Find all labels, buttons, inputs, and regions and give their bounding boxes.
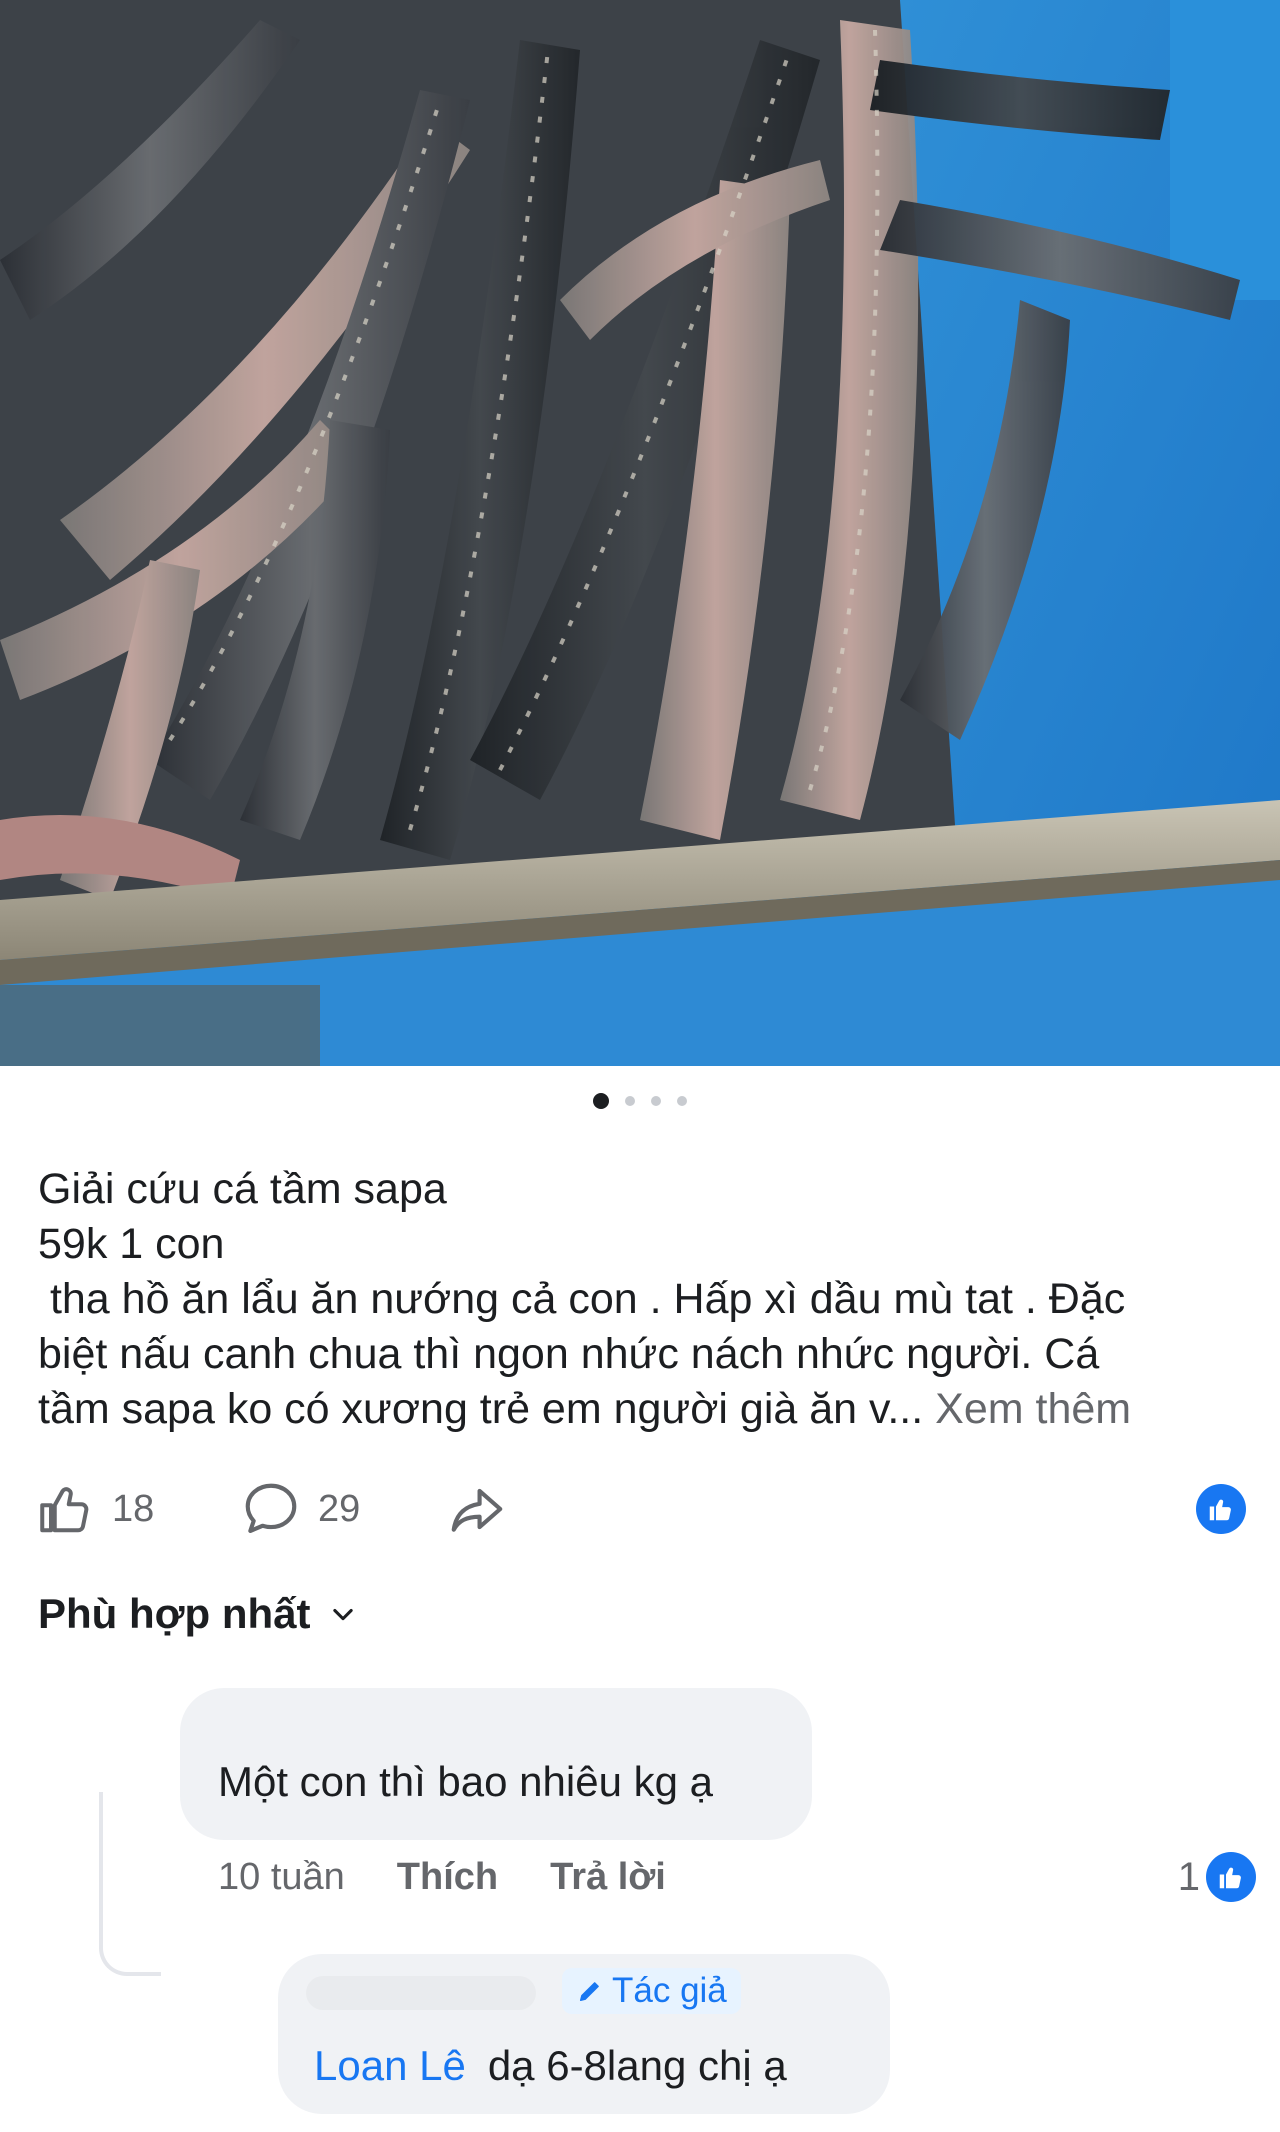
comment-meta: 10 tuần Thích Trả lời: [218, 1856, 666, 1899]
fish-photo-image: [0, 0, 1280, 1066]
comment-time: 10 tuần: [218, 1856, 345, 1898]
reply-thread-line: [99, 1792, 161, 1976]
speech-bubble-icon: [245, 1483, 297, 1534]
like-button[interactable]: 18: [36, 1476, 154, 1542]
post-caption: Giải cứu cá tầm sapa 59k 1 con tha hồ ăn…: [38, 1162, 1248, 1437]
pencil-icon: [579, 1982, 599, 2002]
comment-button[interactable]: 29: [240, 1476, 360, 1542]
comment-count: 29: [318, 1487, 361, 1530]
reply-text: dạ 6-8lang chị ạ: [487, 2042, 787, 2089]
caption-line: Giải cứu cá tầm sapa: [38, 1165, 447, 1213]
sort-label: Phù hợp nhất: [38, 1590, 311, 1637]
post-photo[interactable]: [0, 0, 1280, 1066]
share-arrow-icon: [451, 1488, 503, 1532]
caption-last-line: tầm sapa ko có xương trẻ em người già ăn…: [38, 1382, 1248, 1437]
caption-line: tầm sapa ko có xương trẻ em người già ăn…: [38, 1385, 924, 1433]
comment-sort-dropdown[interactable]: Phù hợp nhất: [38, 1590, 357, 1638]
comment-text: Một con thì bao nhiêu kg ạ: [218, 1758, 713, 1805]
reply-content: Loan Lê dạ 6-8lang chị ạ: [314, 2042, 787, 2090]
carousel-dots[interactable]: [0, 1093, 1280, 1109]
comment-reply-button[interactable]: Trả lời: [550, 1856, 666, 1899]
comment-bubble[interactable]: Một con thì bao nhiêu kg ạ: [180, 1688, 812, 1840]
comment-reaction-number: 1: [1177, 1854, 1200, 1899]
author-badge: Tác giả: [562, 1968, 741, 2014]
thumbs-up-icon: [40, 1487, 89, 1533]
carousel-dot-4[interactable]: [677, 1096, 687, 1106]
carousel-dot-2[interactable]: [625, 1096, 635, 1106]
caption-line: biệt nấu canh chua thì ngon nhức nách nh…: [38, 1330, 1100, 1378]
see-more-link[interactable]: Xem thêm: [935, 1385, 1131, 1433]
comment-reaction-count[interactable]: 1: [1178, 1852, 1256, 1902]
blurred-name: [306, 1976, 536, 2010]
carousel-dot-3[interactable]: [651, 1096, 661, 1106]
author-badge-label: Tác giả: [612, 1971, 727, 2010]
post-action-bar: 18 29: [36, 1476, 1246, 1542]
like-count: 18: [112, 1487, 155, 1530]
like-reaction-icon: [1206, 1852, 1256, 1902]
share-button[interactable]: [446, 1476, 508, 1542]
chevron-down-icon: [332, 1608, 353, 1621]
comment-like-button[interactable]: Thích: [397, 1856, 498, 1899]
reply-author-name[interactable]: Loan Lê: [314, 2042, 466, 2089]
reply-bubble[interactable]: Tác giả Loan Lê dạ 6-8lang chị ạ: [278, 1954, 890, 2114]
carousel-dot-1[interactable]: [593, 1093, 609, 1109]
caption-line: 59k 1 con: [38, 1220, 225, 1268]
like-reaction-icon: [1196, 1484, 1246, 1534]
caption-line: tha hồ ăn lẩu ăn nướng cả con . Hấp xì d…: [38, 1275, 1126, 1323]
